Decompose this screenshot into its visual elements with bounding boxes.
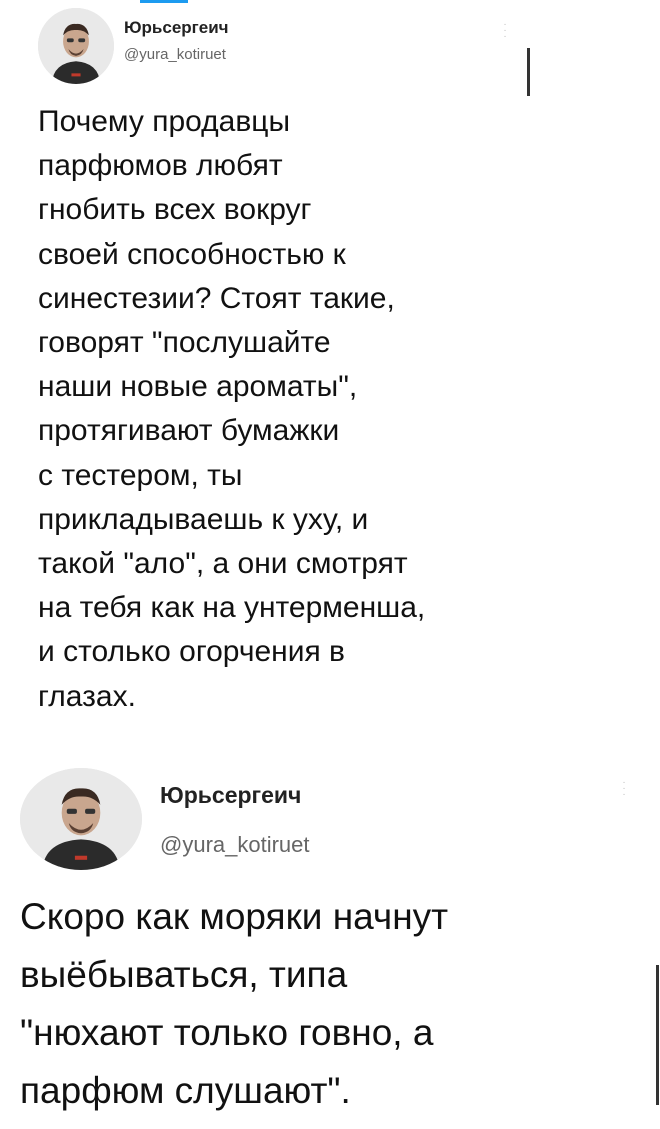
avatar[interactable]	[20, 768, 142, 870]
author-handle[interactable]: @yura_kotiruet	[160, 832, 310, 858]
scrollbar[interactable]	[656, 965, 659, 1105]
author-name[interactable]: Юрьсергеич	[124, 18, 229, 38]
avatar-photo	[20, 768, 142, 870]
tweet-text: Почему продавцы парфюмов любят гнобить в…	[38, 105, 426, 713]
more-vertical-icon[interactable]: · · ·	[500, 20, 510, 42]
author-handle[interactable]: @yura_kotiruet	[124, 46, 226, 63]
avatar-photo	[38, 8, 114, 84]
tweet-card[interactable]: Юрьсергеич @yura_kotiruet · · · Скоро как …	[0, 760, 660, 1129]
avatar[interactable]	[38, 8, 114, 84]
tweet-text: Скоро как моряки начнут выёбываться, тип…	[20, 896, 449, 1111]
scrollbar[interactable]	[527, 48, 530, 96]
tweet-card[interactable]: Юрьсергеич @yura_kotiruet · · · Почему про…	[0, 0, 660, 760]
more-vertical-icon[interactable]: · · ·	[619, 778, 629, 800]
author-name[interactable]: Юрьсергеич	[160, 782, 301, 809]
